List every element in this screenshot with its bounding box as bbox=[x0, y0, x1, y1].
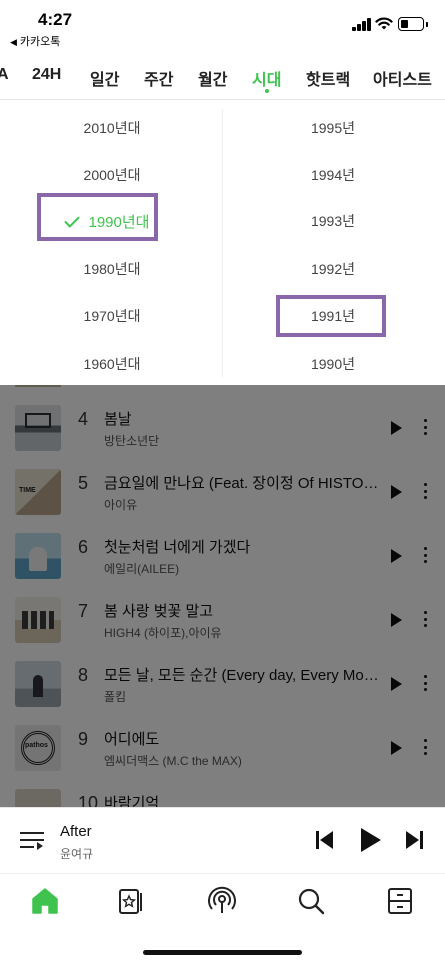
active-tab-dot bbox=[264, 89, 269, 93]
previous-track-icon[interactable] bbox=[316, 830, 334, 850]
back-triangle-icon: ◀ bbox=[10, 37, 17, 47]
now-playing-title: After bbox=[60, 823, 92, 840]
picker-divider bbox=[222, 109, 223, 377]
playlist-queue-icon[interactable] bbox=[20, 829, 44, 851]
year-option[interactable]: 1992년 bbox=[258, 259, 408, 279]
battery-icon bbox=[398, 17, 428, 31]
cellular-signal-icon bbox=[352, 18, 371, 31]
podcast-icon[interactable] bbox=[207, 886, 237, 916]
decade-option[interactable]: 1980년대 bbox=[37, 259, 187, 279]
back-to-app-link[interactable]: ◀ 카카오톡 bbox=[10, 33, 60, 49]
now-playing-artist: 윤여규 bbox=[60, 847, 94, 861]
year-option[interactable]: 1995년 bbox=[258, 118, 408, 138]
decade-option[interactable]: 1960년대 bbox=[37, 354, 187, 374]
chart-period-tabs: A 24H 일간 주간 월간 시대 핫트랙 아티스트 bbox=[0, 54, 445, 100]
year-option[interactable]: 1993년 bbox=[258, 211, 408, 231]
tab-hottrack[interactable]: 핫트랙 bbox=[306, 66, 350, 90]
tab-era[interactable]: 시대 bbox=[252, 66, 282, 93]
play-pause-icon[interactable] bbox=[360, 827, 382, 853]
dim-overlay[interactable] bbox=[0, 385, 445, 807]
decade-option[interactable]: 1970년대 bbox=[37, 306, 187, 326]
era-picker: 2010년대 2000년대 1990년대 1980년대 1970년대 1960년… bbox=[0, 101, 445, 385]
status-bar: 4:27 ◀ 카카오톡 bbox=[0, 0, 445, 50]
decade-option[interactable]: 2000년대 bbox=[37, 165, 187, 185]
tab-artist[interactable]: 아티스트 bbox=[373, 66, 432, 90]
home-icon[interactable] bbox=[30, 886, 60, 916]
home-indicator bbox=[143, 950, 302, 955]
target-year-highlight bbox=[276, 295, 386, 337]
year-option[interactable]: 1994년 bbox=[258, 165, 408, 185]
search-icon[interactable] bbox=[296, 886, 326, 916]
tab-daily[interactable]: 일간 bbox=[90, 66, 119, 90]
status-time: 4:27 bbox=[38, 10, 73, 29]
tab-a[interactable]: A bbox=[0, 66, 9, 84]
back-app-label: 카카오톡 bbox=[19, 36, 61, 48]
drawer-icon[interactable] bbox=[385, 886, 415, 916]
mini-player[interactable]: After 윤여규 bbox=[0, 807, 445, 873]
decade-option[interactable]: 2010년대 bbox=[37, 118, 187, 138]
next-track-icon[interactable] bbox=[405, 830, 423, 850]
selected-decade-highlight bbox=[37, 193, 158, 241]
tab-weekly[interactable]: 주간 bbox=[144, 66, 173, 90]
wifi-icon bbox=[375, 17, 393, 30]
library-icon[interactable] bbox=[116, 886, 146, 916]
tab-monthly[interactable]: 월간 bbox=[198, 66, 227, 90]
year-option[interactable]: 1990년 bbox=[258, 354, 408, 374]
tab-era-label: 시대 bbox=[252, 72, 282, 89]
tab-24h[interactable]: 24H bbox=[32, 66, 61, 84]
